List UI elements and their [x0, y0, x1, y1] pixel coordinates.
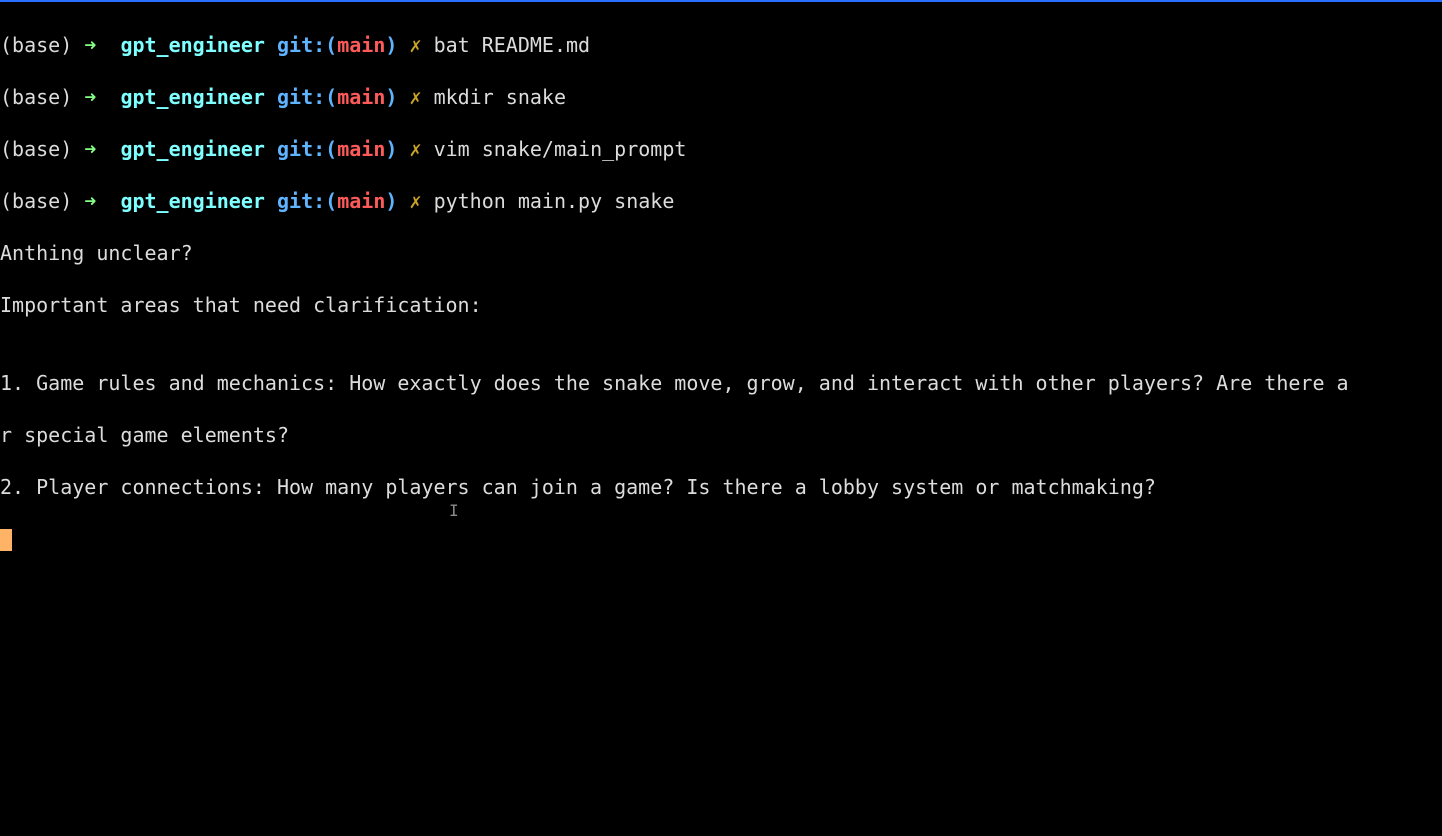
git-label: git:(	[277, 85, 337, 109]
history-line: (base) ➜ gpt_engineer git:(main) ✗ bat R…	[0, 32, 1442, 58]
git-dirty-icon: ✗	[409, 85, 421, 109]
command-text: mkdir snake	[434, 85, 566, 109]
command-text: python main.py snake	[434, 189, 675, 213]
git-close: )	[385, 85, 397, 109]
git-label: git:(	[277, 33, 337, 57]
output-line: Anthing unclear?	[0, 240, 1442, 266]
prompt-arrow-icon: ➜	[84, 85, 96, 109]
history-line: (base) ➜ gpt_engineer git:(main) ✗ mkdir…	[0, 84, 1442, 110]
output-line: 2. Player connections: How many players …	[0, 474, 1442, 500]
conda-env: (base)	[0, 33, 72, 57]
git-close: )	[385, 33, 397, 57]
terminal-viewport[interactable]: (base) ➜ gpt_engineer git:(main) ✗ bat R…	[0, 6, 1442, 578]
git-close: )	[385, 137, 397, 161]
git-branch: main	[337, 85, 385, 109]
git-dirty-icon: ✗	[409, 137, 421, 161]
prompt-arrow-icon: ➜	[84, 137, 96, 161]
conda-env: (base)	[0, 137, 72, 161]
command-text: vim snake/main_prompt	[434, 137, 687, 161]
git-close: )	[385, 189, 397, 213]
command-text: bat README.md	[434, 33, 591, 57]
history-line: (base) ➜ gpt_engineer git:(main) ✗ pytho…	[0, 188, 1442, 214]
cwd: gpt_engineer	[120, 137, 265, 161]
git-dirty-icon: ✗	[409, 189, 421, 213]
prompt-arrow-icon: ➜	[84, 189, 96, 213]
git-branch: main	[337, 137, 385, 161]
conda-env: (base)	[0, 189, 72, 213]
cwd: gpt_engineer	[120, 33, 265, 57]
conda-env: (base)	[0, 85, 72, 109]
output-line: Important areas that need clarification:	[0, 292, 1442, 318]
input-line[interactable]	[0, 526, 1442, 552]
cwd: gpt_engineer	[120, 189, 265, 213]
git-branch: main	[337, 189, 385, 213]
output-line: r special game elements?	[0, 422, 1442, 448]
git-label: git:(	[277, 137, 337, 161]
history-line: (base) ➜ gpt_engineer git:(main) ✗ vim s…	[0, 136, 1442, 162]
git-dirty-icon: ✗	[409, 33, 421, 57]
prompt-arrow-icon: ➜	[84, 33, 96, 57]
git-branch: main	[337, 33, 385, 57]
output-line: 1. Game rules and mechanics: How exactly…	[0, 370, 1442, 396]
cwd: gpt_engineer	[120, 85, 265, 109]
git-label: git:(	[277, 189, 337, 213]
cursor-block-icon	[0, 529, 12, 551]
